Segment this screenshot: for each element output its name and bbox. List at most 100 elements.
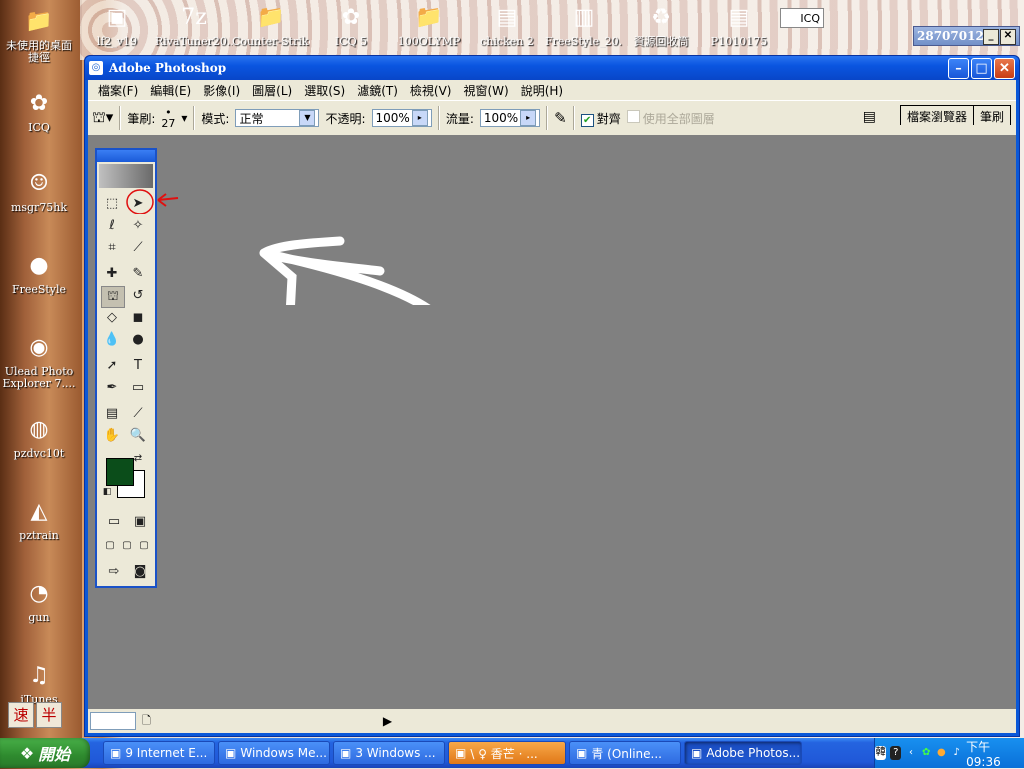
eraser-tool-icon[interactable]: ◇	[101, 308, 123, 328]
jump-to-imageready-icon[interactable]: ⇨	[103, 562, 125, 582]
desktop-icon[interactable]: ● FreeStyle	[0, 250, 78, 296]
desktop-icon[interactable]: ☺ msgr75hk	[0, 168, 78, 214]
network-tray-icon[interactable]: ●	[936, 746, 947, 760]
menu-item[interactable]: 編輯(E)	[144, 82, 197, 99]
marquee-tool-icon[interactable]: ⬚	[101, 194, 123, 214]
help-tray-icon[interactable]: ?	[890, 746, 902, 760]
imageready-icon[interactable]: ◙	[129, 562, 151, 582]
desktop-icon[interactable]: ✿ ICQ 5	[312, 2, 390, 48]
desktop-icon[interactable]: ▤ P1010175	[700, 2, 778, 48]
lasso-tool-icon[interactable]: ℓ	[101, 216, 123, 236]
desktop-icon[interactable]: ♻ 資源回收筒	[622, 2, 700, 48]
chevron-left-icon[interactable]: ‹	[905, 746, 916, 760]
move-tool-icon[interactable]: ➤	[127, 194, 149, 214]
tab-brushes[interactable]: 筆刷	[972, 105, 1011, 125]
desktop-icon-label: pztrain	[19, 530, 59, 542]
blur-tool-icon[interactable]: 💧	[101, 330, 123, 350]
palette-well-icon[interactable]: ▤	[863, 109, 876, 125]
mini-window[interactable]: 287070125 _ ✕	[913, 26, 1020, 46]
airbrush-icon[interactable]: ✎	[554, 109, 567, 127]
photoshop-titlebar[interactable]: ◎ Adobe Photoshop – □ ✕	[85, 56, 1019, 80]
menu-item[interactable]: 視窗(W)	[457, 82, 514, 99]
use-all-layers-checkbox[interactable]: 使用全部圖層	[626, 109, 715, 127]
hand-tool-icon[interactable]: ✋	[101, 426, 123, 446]
desktop-icon[interactable]: 📁 未使用的桌面 捷徑	[0, 6, 78, 64]
brush-dropdown-icon[interactable]: ▾	[181, 111, 187, 125]
desktop-icon[interactable]: ♫ iTunes	[0, 660, 78, 706]
mode-select[interactable]: 正常 ▼	[235, 109, 320, 127]
desktop-icon[interactable]: 7z RivaTuner20...	[155, 2, 233, 48]
desktop-icon[interactable]: ▥ FreeStyle_20...	[545, 2, 623, 48]
menu-item[interactable]: 檢視(V)	[404, 82, 458, 99]
speaker-tray-icon[interactable]: ♪	[951, 746, 962, 760]
path-selection-tool-icon[interactable]: ➚	[101, 356, 123, 376]
desktop-icon[interactable]: ◭ pztrain	[0, 496, 78, 542]
healing-brush-tool-icon[interactable]: ✚	[101, 264, 123, 284]
flow-field[interactable]: 100% ▸	[479, 109, 541, 127]
menu-item[interactable]: 圖層(L)	[246, 82, 298, 99]
default-colors-icon[interactable]: ◧	[101, 486, 113, 498]
toolbox-titlebar[interactable]	[97, 150, 155, 162]
type-tool-icon[interactable]: T	[127, 356, 149, 376]
maximize-button[interactable]: □	[971, 58, 992, 79]
taskbar-button[interactable]: ▣ 3 Windows ...	[333, 741, 445, 765]
menu-item[interactable]: 濾鏡(T)	[351, 82, 404, 99]
eyedropper-tool-icon[interactable]: ⟋	[127, 404, 149, 424]
desktop-icon[interactable]: ▤ chicken 2	[468, 2, 546, 48]
brush-tool-icon[interactable]: ✎	[127, 264, 149, 284]
document-info-icon[interactable]: 🗋	[142, 712, 151, 731]
close-icon[interactable]: ✕	[1000, 29, 1016, 45]
taskbar-button[interactable]: ▣ Windows Me...	[218, 741, 330, 765]
tab-file-browser[interactable]: 檔案瀏覽器	[899, 105, 974, 125]
close-button[interactable]: ✕	[994, 58, 1015, 79]
crop-tool-icon[interactable]: ⌗	[101, 238, 123, 258]
menu-item[interactable]: 檔案(F)	[92, 82, 144, 99]
taskbar-button[interactable]: ▣ \ ♀ 香芒 · ...	[448, 741, 566, 765]
brush-picker[interactable]: • 27	[161, 107, 175, 129]
pen-tool-icon[interactable]: ✒	[101, 378, 123, 398]
full-screen-icon[interactable]: ▢	[133, 536, 155, 556]
opacity-slider-icon[interactable]: ▸	[411, 110, 428, 126]
icq-mini-box[interactable]: ICQ	[780, 8, 824, 28]
status-menu-arrow-icon[interactable]: ▶	[383, 714, 392, 728]
zoom-tool-icon[interactable]: 🔍	[127, 426, 149, 446]
taskbar-button[interactable]: ▣ 青 (Online...	[569, 741, 681, 765]
aligned-checkbox[interactable]: ✔ 對齊	[580, 110, 621, 127]
taskbar-button[interactable]: ▣ Adobe Photos...	[684, 741, 802, 765]
history-brush-tool-icon[interactable]: ↺	[127, 286, 149, 306]
desktop-icon[interactable]: ◉ Ulead Photo Explorer 7....	[0, 332, 78, 390]
minimize-button[interactable]: –	[948, 58, 969, 79]
ime-tray-icon[interactable]: 韓	[875, 746, 887, 760]
minimize-icon[interactable]: _	[983, 29, 999, 45]
desktop-icon[interactable]: 📁 100OLYMP	[390, 2, 468, 48]
shape-tool-icon[interactable]: ▭	[127, 378, 149, 398]
stamp-tool-preset-icon[interactable]: ⛫▾	[92, 108, 113, 128]
icq-tray-icon[interactable]: ✿	[921, 746, 932, 760]
magic-wand-tool-icon[interactable]: ✧	[127, 216, 149, 236]
dodge-tool-icon[interactable]: ●	[127, 330, 149, 350]
adobe-online-icon[interactable]	[99, 164, 153, 188]
ime-speed-button[interactable]: 速	[8, 702, 34, 728]
zoom-field[interactable]	[90, 712, 136, 730]
start-button[interactable]: ❖ 開始	[0, 738, 90, 768]
slice-tool-icon[interactable]: ⟋	[127, 238, 149, 258]
menu-item[interactable]: 說明(H)	[515, 82, 569, 99]
ime-half-width-button[interactable]: 半	[36, 702, 62, 728]
opacity-field[interactable]: 100% ▸	[371, 109, 432, 127]
standard-mode-icon[interactable]: ▭	[103, 512, 125, 532]
taskbar-button[interactable]: ▣ 9 Internet E...	[103, 741, 215, 765]
desktop-icon[interactable]: ◔ gun	[0, 578, 78, 624]
menu-item[interactable]: 選取(S)	[298, 82, 351, 99]
notes-tool-icon[interactable]: ▤	[101, 404, 123, 424]
quick-mask-mode-icon[interactable]: ▣	[129, 512, 151, 532]
desktop-icon[interactable]: ◍ pzdvc10t	[0, 414, 78, 460]
desktop-icon[interactable]: ✿ ICQ	[0, 88, 78, 134]
foreground-color-swatch[interactable]	[106, 458, 134, 486]
workspace-canvas[interactable]	[88, 135, 1016, 709]
flow-slider-icon[interactable]: ▸	[520, 110, 537, 126]
menu-item[interactable]: 影像(I)	[197, 82, 246, 99]
desktop-icon[interactable]: ▣ lf2_v19	[78, 2, 156, 48]
gradient-tool-icon[interactable]: ◼	[127, 308, 149, 328]
clone-stamp-tool-icon[interactable]: ⛫	[101, 286, 125, 308]
desktop-icon[interactable]: 📁 Counter-Strike	[232, 2, 310, 48]
